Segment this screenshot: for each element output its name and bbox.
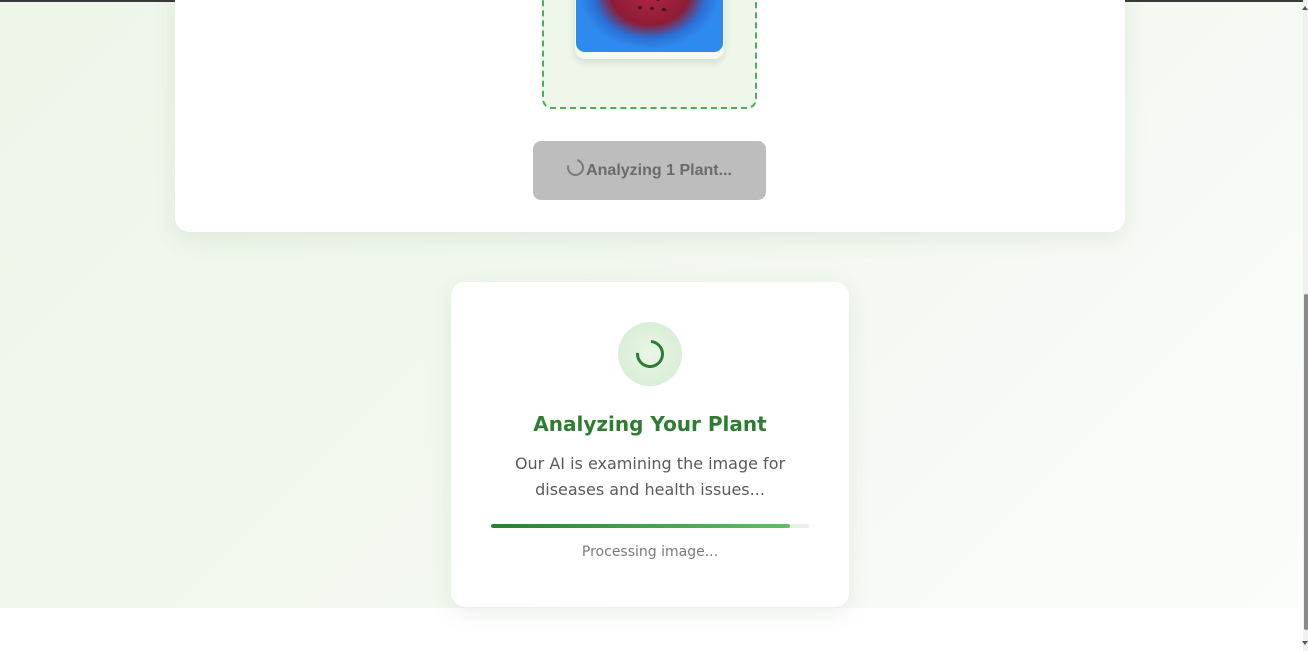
progress-bar: [491, 524, 809, 528]
analysis-loading-card: Analyzing Your Plant Our AI is examining…: [451, 282, 849, 607]
analyze-button[interactable]: Analyzing 1 Plant...: [533, 141, 766, 200]
image-preview: [575, 0, 724, 59]
loading-spinner-icon: [630, 334, 670, 374]
scroll-up-arrow-icon[interactable]: [1302, 6, 1308, 10]
scrollbar-thumb[interactable]: [1304, 294, 1308, 630]
plant-photo-thumbnail: [576, 0, 723, 52]
scroll-down-arrow-icon[interactable]: [1302, 641, 1308, 645]
loading-title: Analyzing Your Plant: [533, 412, 767, 436]
analyze-button-label: Analyzing 1 Plant...: [586, 161, 732, 179]
spinner-badge: [618, 322, 682, 386]
loading-description: Our AI is examining the image for diseas…: [514, 454, 786, 499]
loading-spinner-icon: [563, 155, 588, 180]
progress-bar-fill: [491, 524, 790, 528]
scrollbar[interactable]: [1302, 0, 1308, 651]
progress-status: Processing image...: [581, 544, 719, 560]
